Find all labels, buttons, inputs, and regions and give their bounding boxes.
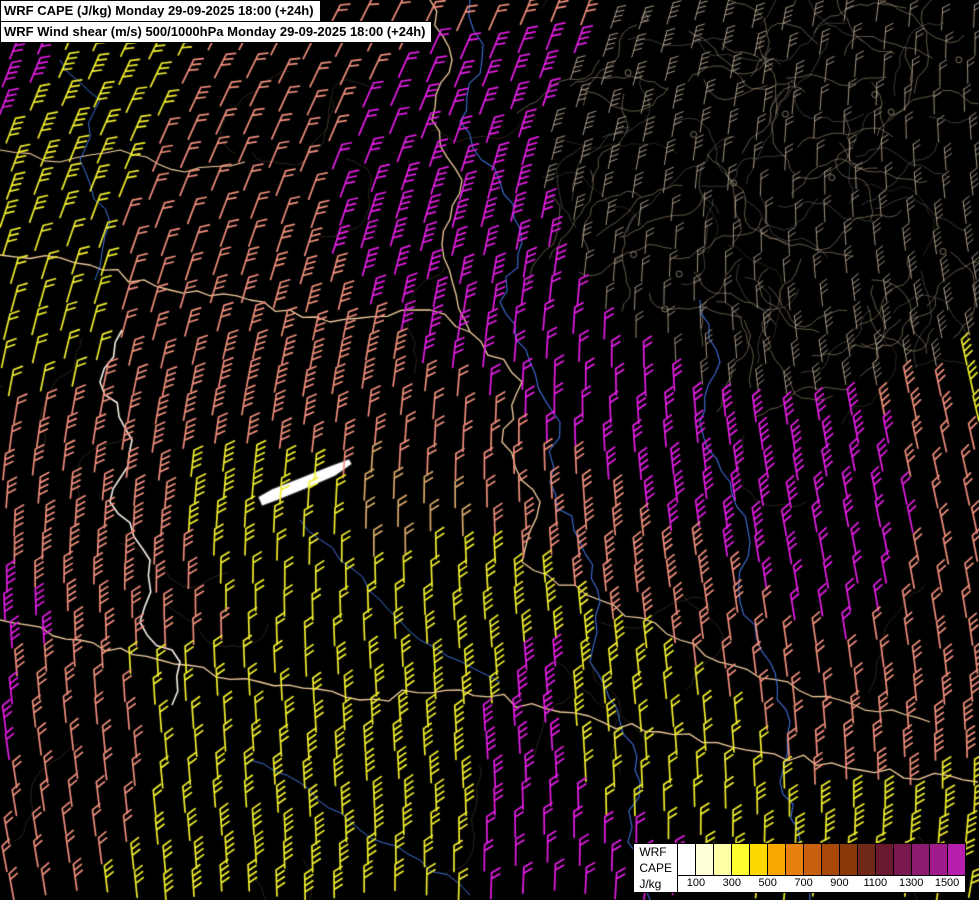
title-cape: WRF CAPE (J/kg) Monday 29-09-2025 18:00 … [0, 0, 321, 22]
legend-color-cell [804, 844, 822, 875]
legend-tick-label: 700 [794, 877, 812, 889]
legend-color-cell [948, 844, 965, 875]
legend-color-bar [678, 843, 966, 876]
legend-model-label: WRF [639, 844, 672, 860]
legend-color-cell [840, 844, 858, 875]
legend-color-cell [894, 844, 912, 875]
legend-label-block: WRF CAPE J/kg [633, 843, 678, 893]
legend-color-cell [732, 844, 750, 875]
legend-units-label: J/kg [639, 876, 672, 892]
legend-tick-row: 100 300 500 700 900 1100 1300 1500 [678, 876, 966, 893]
legend-color-cell [858, 844, 876, 875]
legend-color-cell [696, 844, 714, 875]
legend-color-cell [930, 844, 948, 875]
legend-tick-label: 500 [759, 877, 777, 889]
legend-tick-label: 1500 [935, 877, 959, 889]
legend: WRF CAPE J/kg 100 300 500 700 900 1100 1300 150… [633, 843, 966, 893]
legend-color-cell [912, 844, 930, 875]
weather-map-canvas [0, 0, 979, 900]
legend-color-cell [768, 844, 786, 875]
map-title-block: WRF CAPE (J/kg) Monday 29-09-2025 18:00 … [0, 0, 432, 43]
legend-tick-label: 1300 [899, 877, 923, 889]
legend-color-cell [876, 844, 894, 875]
legend-variable-label: CAPE [639, 860, 672, 876]
legend-tick-label: 900 [830, 877, 848, 889]
legend-color-cell [750, 844, 768, 875]
legend-color-cell [678, 844, 696, 875]
legend-color-cell [714, 844, 732, 875]
legend-tick-label: 1100 [863, 877, 887, 889]
legend-tick-label: 300 [723, 877, 741, 889]
legend-color-cell [786, 844, 804, 875]
title-wind-shear: WRF Wind shear (m/s) 500/1000hPa Monday … [0, 21, 432, 43]
wrf-weather-map-page: WRF CAPE (J/kg) Monday 29-09-2025 18:00 … [0, 0, 979, 900]
legend-tick-label: 100 [687, 877, 705, 889]
legend-scale: 100 300 500 700 900 1100 1300 1500 [678, 843, 966, 893]
legend-color-cell [822, 844, 840, 875]
